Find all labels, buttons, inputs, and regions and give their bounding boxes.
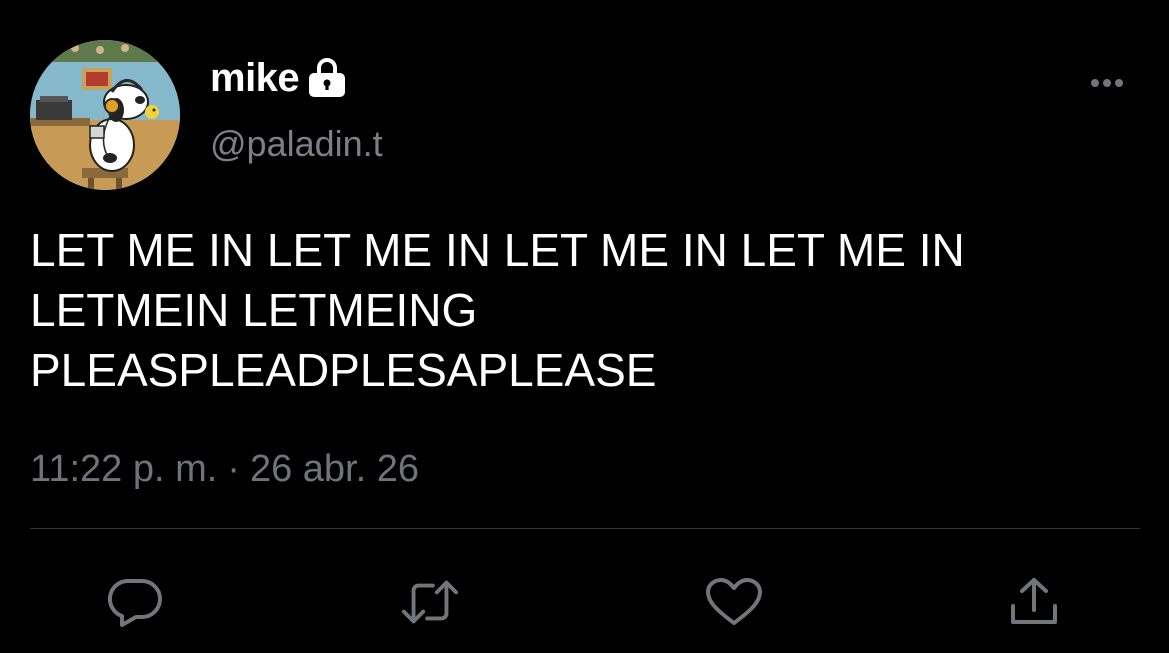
tweet-text-line: LET ME IN LET ME IN LET ME IN LET ME IN xyxy=(30,224,965,276)
tweet: mike @paladin.t LET ME IN LET ME IN LET … xyxy=(0,0,1169,653)
avatar[interactable] xyxy=(30,40,180,190)
like-button[interactable] xyxy=(704,572,764,632)
cartoon-dog-avatar xyxy=(30,40,180,190)
author-name-row: mike xyxy=(210,52,347,104)
tweet-text-line: PLEASPLEADPLESAPLEASE xyxy=(30,344,657,396)
more-button[interactable] xyxy=(1082,66,1132,100)
reply-button[interactable] xyxy=(105,572,165,632)
tweet-text-line: LETMEIN LETMEING xyxy=(30,284,478,336)
share-button[interactable] xyxy=(1004,572,1064,632)
tweet-date[interactable]: 26 abr. 26 xyxy=(250,448,419,490)
heart-icon xyxy=(706,578,762,625)
user-handle[interactable]: @paladin.t xyxy=(210,122,383,166)
more-icon xyxy=(1091,79,1123,87)
reply-icon xyxy=(107,578,162,627)
meta-separator: · xyxy=(227,448,240,490)
divider xyxy=(30,528,1140,529)
tweet-text: LET ME IN LET ME IN LET ME IN LET ME IN … xyxy=(30,220,1140,400)
retweet-button[interactable] xyxy=(400,572,460,632)
tweet-meta: 11:22 p. m. · 26 abr. 26 xyxy=(30,444,419,494)
lock-icon xyxy=(307,57,347,99)
display-name[interactable]: mike xyxy=(210,54,300,102)
retweet-icon xyxy=(401,580,459,624)
tweet-time[interactable]: 11:22 p. m. xyxy=(30,448,217,490)
share-icon xyxy=(1011,578,1057,624)
